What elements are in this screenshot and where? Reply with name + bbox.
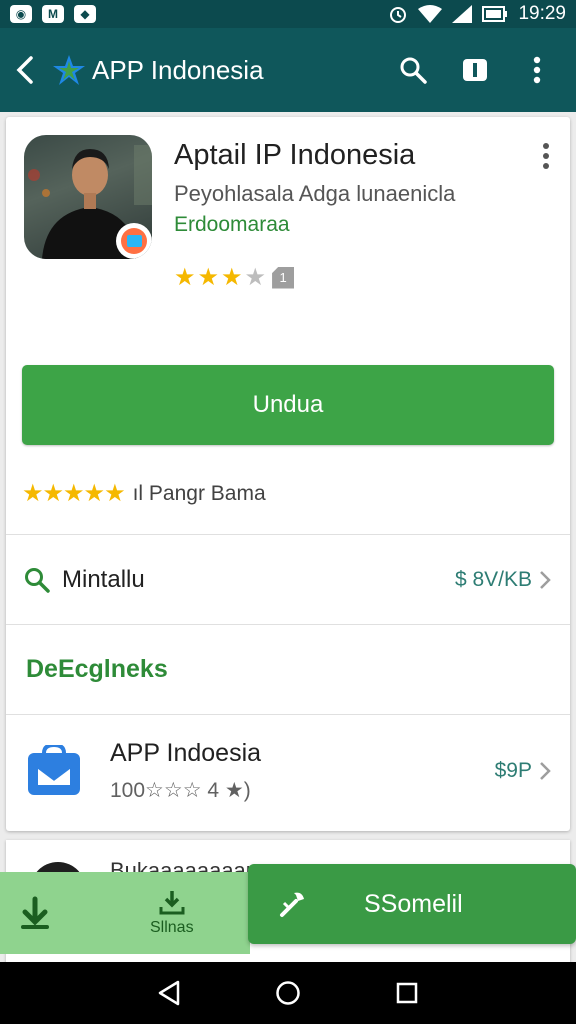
mail-icon: M [42, 5, 64, 23]
bottom-action-bar: Sllnas SSomelil [0, 864, 576, 958]
nav-home-button[interactable] [268, 973, 308, 1013]
primary-action-label: SSomelil [364, 889, 463, 918]
search-icon [25, 568, 50, 593]
star-icon: ★ [174, 264, 196, 291]
rating-summary-stars: ★★★★★ [22, 480, 126, 507]
related-app-price: $9P [494, 759, 532, 782]
info-button[interactable] [452, 47, 498, 93]
related-app-row[interactable]: APP Indoesia 100☆☆☆ 4 ★) $9P [6, 715, 570, 827]
half-star-icon: ★ [244, 264, 267, 291]
shield-icon: ◆ [74, 5, 96, 23]
section-title: DeEcglneks [26, 655, 168, 683]
back-button[interactable] [16, 50, 48, 90]
home-circle-icon [276, 981, 300, 1005]
system-nav-bar [0, 962, 576, 1024]
battery-icon [482, 6, 508, 22]
more-vert-icon [533, 56, 541, 84]
divider [6, 624, 570, 625]
search-row-label: Mintallu [62, 566, 145, 593]
search-row-value: $ 8V/KB [454, 568, 532, 591]
rating-summary-text: ıl Pangr Bama [132, 481, 266, 505]
chevron-right-icon [540, 571, 551, 589]
star-icon: ★ [221, 264, 243, 291]
rank-badge: 1 [272, 266, 295, 289]
search-icon [400, 57, 427, 84]
back-triangle-icon [159, 980, 180, 1006]
app-bar-title: APP Indonesia [92, 54, 264, 85]
clock: 19:29 [518, 3, 566, 24]
status-bar: ◉ M ◆ 19:29 [0, 0, 576, 28]
alarm-icon [390, 7, 407, 23]
related-app-meta: 100☆☆☆ 4 ★) [110, 779, 251, 802]
app-title: Aptail IP Indonesia [174, 139, 416, 171]
secondary-action-label: Sllnas [150, 919, 194, 936]
app-detail-card: Aptail IP Indonesia Peyohlasala Adga lun… [6, 117, 570, 831]
wifi-icon [418, 5, 443, 23]
recents-square-icon [396, 982, 417, 1004]
primary-action-button[interactable]: SSomelil [248, 864, 576, 944]
app-logo-icon [53, 55, 85, 85]
nav-recents-button[interactable] [387, 973, 427, 1013]
app-icon [24, 135, 152, 259]
nav-back-button[interactable] [149, 973, 189, 1013]
search-row[interactable]: Mintallu $ 8V/KB [6, 535, 570, 625]
app-store-icon [28, 745, 80, 795]
download-icon[interactable] [17, 895, 53, 931]
tools-icon [280, 892, 304, 917]
star-icon: ★ [197, 264, 220, 291]
badge-icon [116, 223, 152, 259]
related-app-name: APP Indoesia [110, 739, 262, 767]
category-link[interactable]: Erdoomaraa [174, 213, 290, 237]
search-button[interactable] [390, 47, 436, 93]
developer-name[interactable]: Peyohlasala Adga lunaenicla [174, 181, 455, 207]
chevron-right-icon [540, 762, 551, 780]
secondary-action[interactable]: Sllnas [0, 872, 250, 954]
vpn-icon: ◉ [10, 5, 32, 23]
install-tray-icon [159, 891, 185, 915]
card-more-vert-icon[interactable] [534, 141, 558, 171]
rating-summary: ★★★★★ ıl Pangr Bama [22, 479, 266, 508]
app-bar: APP Indonesia [0, 28, 576, 112]
back-arrow-icon [16, 56, 33, 84]
install-button[interactable]: Undua [22, 365, 554, 445]
more-button[interactable] [514, 47, 560, 93]
signal-icon [452, 5, 473, 23]
rating-stars: ★ ★ ★ ★ 1 [174, 263, 295, 292]
info-icon [463, 59, 487, 81]
